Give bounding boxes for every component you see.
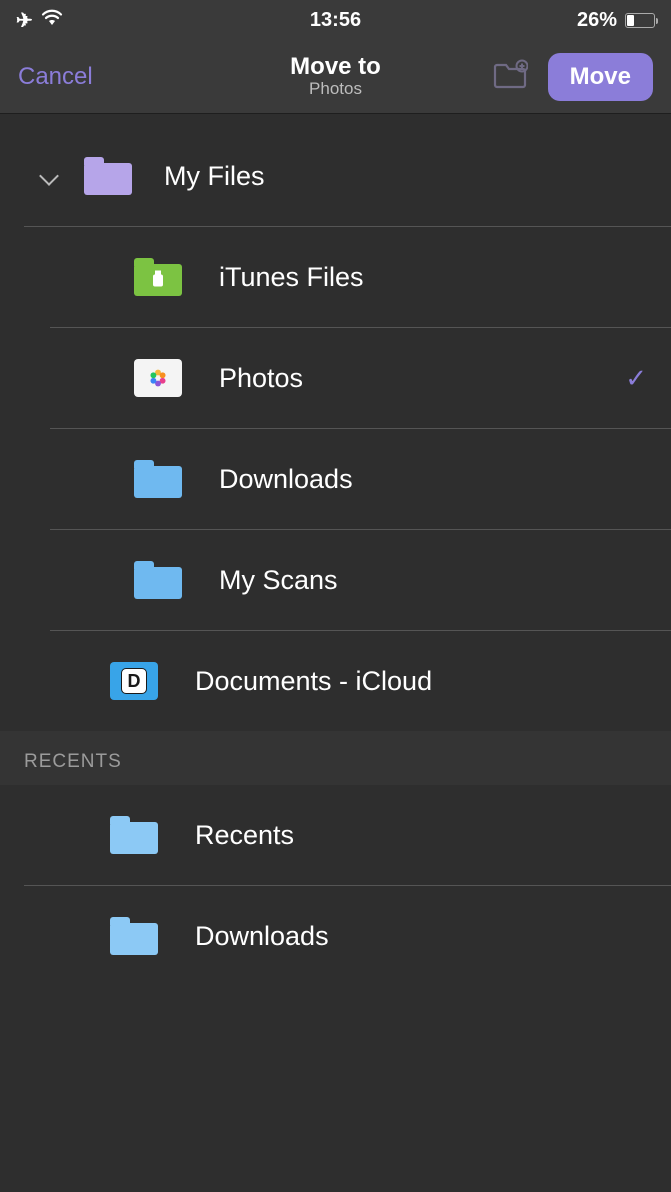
folder-icon: [134, 258, 182, 296]
folder-row-recent-downloads[interactable]: Downloads: [0, 886, 671, 986]
folder-row-my-scans[interactable]: My Scans: [0, 530, 671, 630]
section-header-recents: RECENTS: [0, 731, 671, 785]
battery-percent: 26%: [577, 9, 617, 32]
folder-icon: [110, 917, 158, 955]
folder-icon: [134, 460, 182, 498]
move-button[interactable]: Move: [548, 53, 653, 101]
status-time: 13:56: [310, 9, 361, 32]
battery-icon: [625, 13, 655, 28]
folder-label: Photos: [219, 363, 607, 394]
folder-label: My Scans: [219, 565, 647, 596]
checkmark-icon: [625, 363, 647, 393]
usb-icon: [152, 271, 164, 290]
folder-row-itunes-files[interactable]: iTunes Files: [0, 227, 671, 327]
nav-title: Move to: [290, 54, 381, 80]
folder-label: My Files: [164, 161, 647, 192]
folder-label: Downloads: [219, 464, 647, 495]
new-folder-icon[interactable]: [492, 59, 528, 94]
chevron-down-icon[interactable]: [38, 165, 60, 187]
status-bar: 13:56 26%: [0, 0, 671, 40]
documents-app-icon: D: [110, 662, 158, 700]
nav-subtitle: Photos: [290, 80, 381, 99]
folder-row-documents-icloud[interactable]: D Documents - iCloud: [0, 631, 671, 731]
nav-bar: Cancel Move to Photos Move: [0, 40, 671, 114]
wifi-icon: [41, 8, 63, 32]
folder-row-downloads[interactable]: Downloads: [0, 429, 671, 529]
folder-label: Documents - iCloud: [195, 666, 647, 697]
status-left: [16, 8, 63, 33]
folder-row-recents[interactable]: Recents: [0, 785, 671, 885]
folder-icon: [110, 816, 158, 854]
folder-label: iTunes Files: [219, 262, 647, 293]
folder-row-my-files[interactable]: My Files: [0, 126, 671, 226]
folder-icon: [84, 157, 132, 195]
airplane-mode-icon: [16, 8, 33, 33]
folder-label: Recents: [195, 820, 647, 851]
cancel-button[interactable]: Cancel: [18, 63, 93, 91]
status-right: 26%: [577, 9, 655, 32]
nav-title-wrap: Move to Photos: [290, 54, 381, 99]
folder-label: Downloads: [195, 921, 647, 952]
photos-icon: [134, 359, 182, 397]
folder-tree: My Files iTunes Files: [0, 114, 671, 986]
folder-icon: [134, 561, 182, 599]
folder-row-photos[interactable]: Photos: [0, 328, 671, 428]
